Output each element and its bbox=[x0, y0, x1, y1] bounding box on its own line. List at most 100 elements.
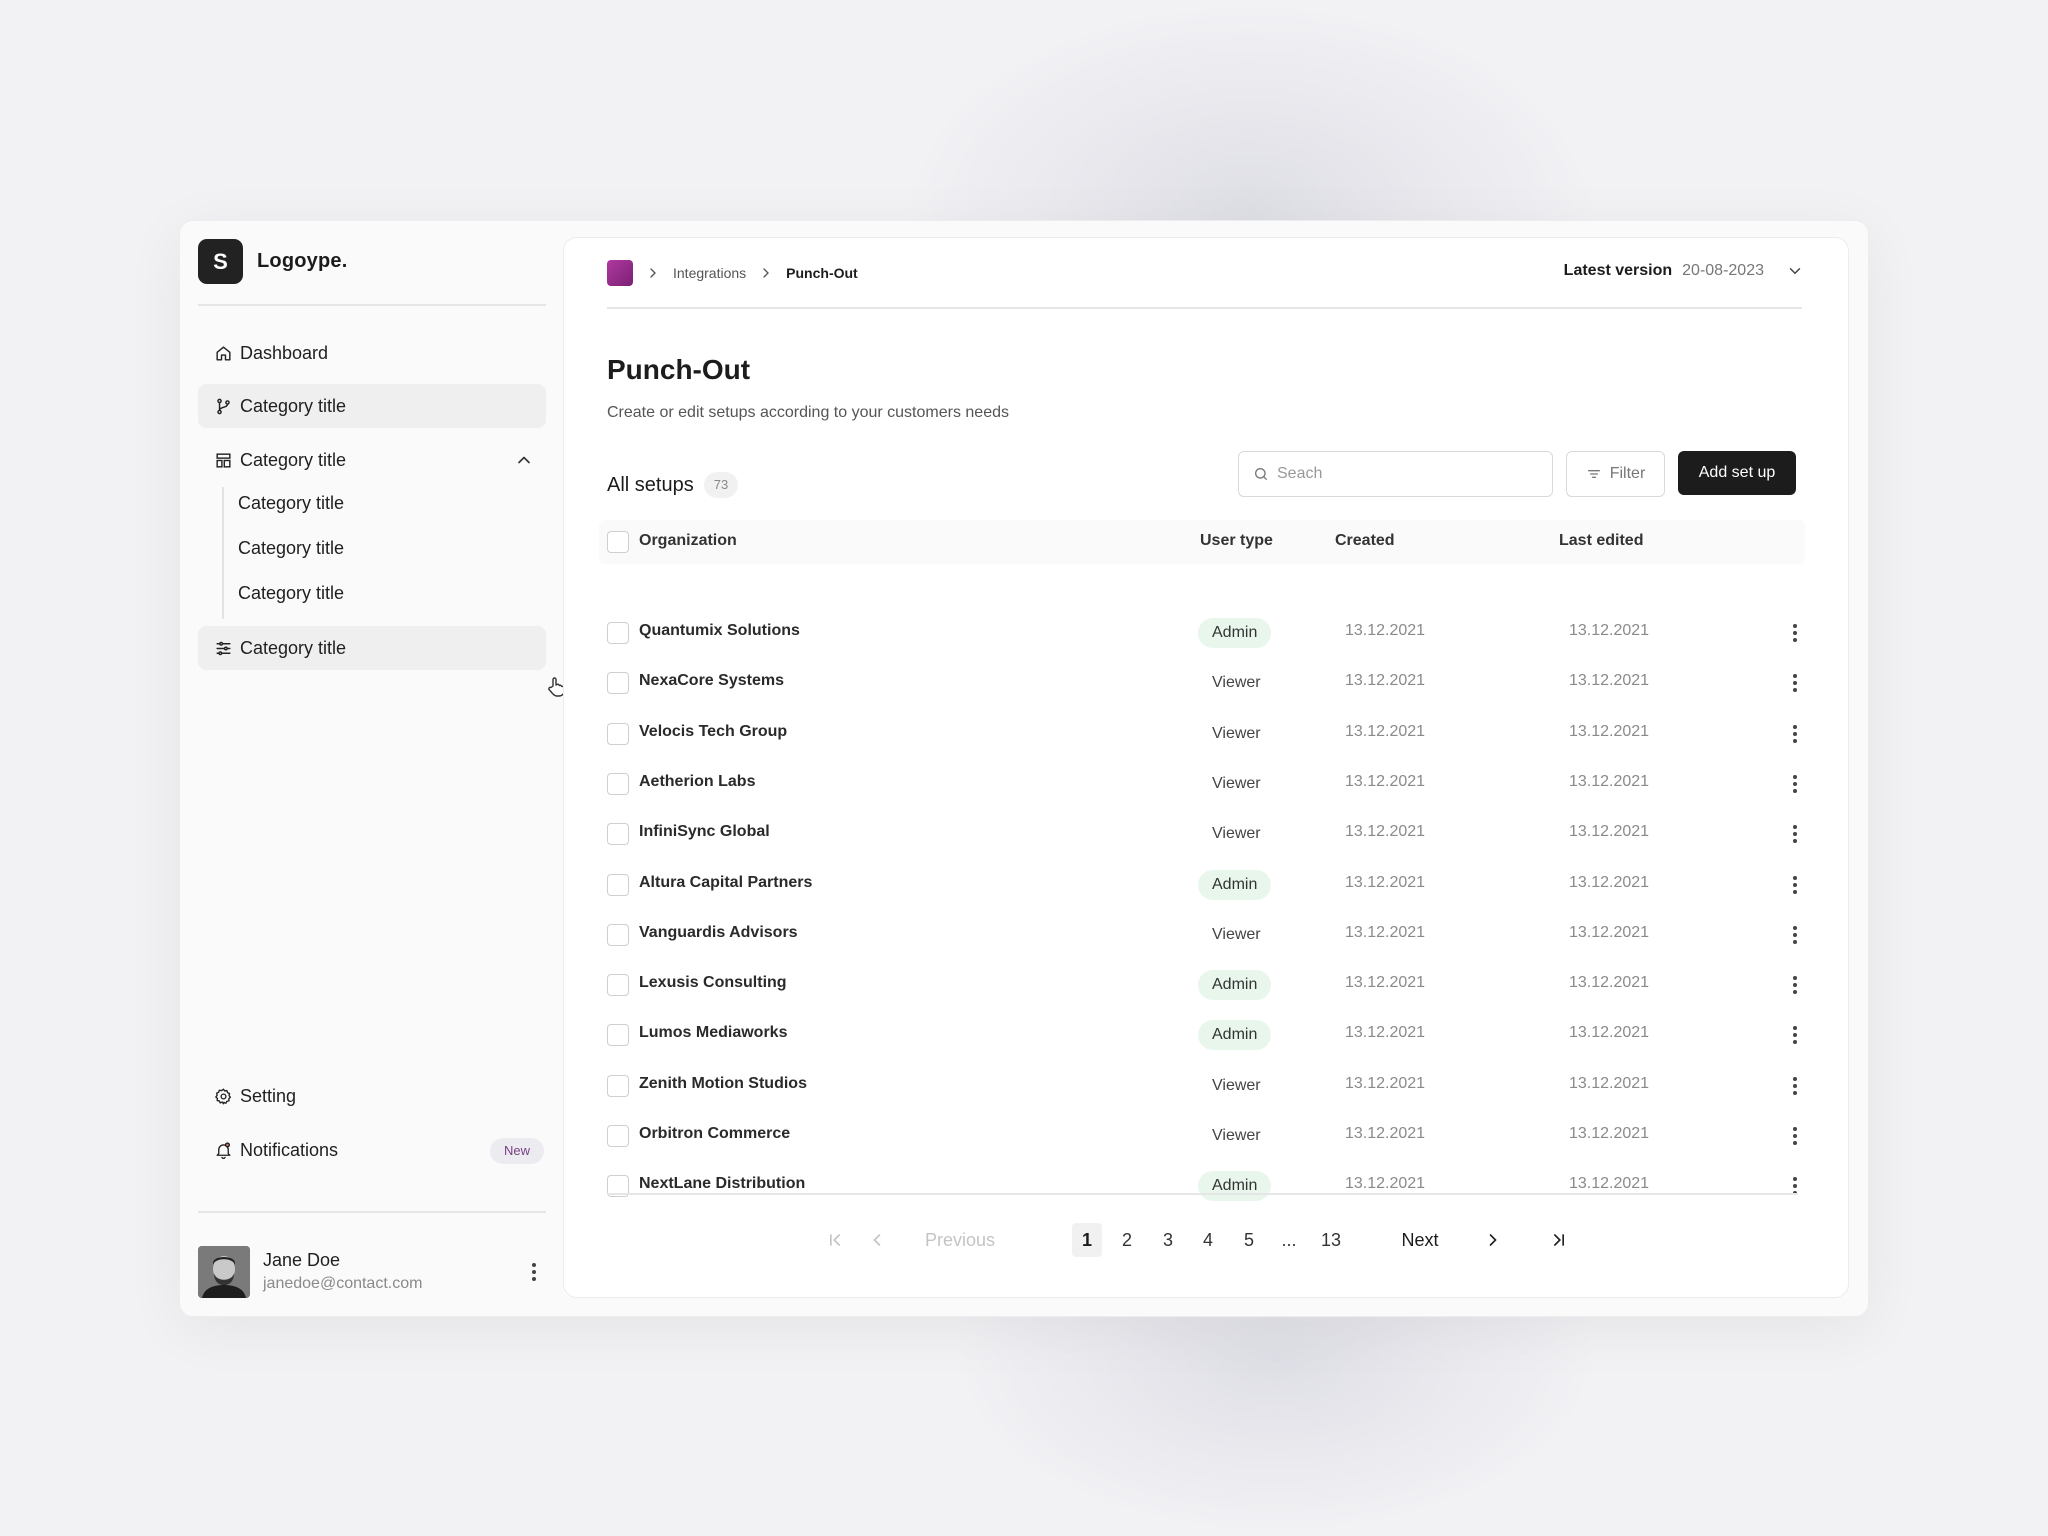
brand-app-icon[interactable] bbox=[607, 260, 633, 286]
table-row[interactable]: NexaCore Systems Viewer 13.12.2021 13.12.20… bbox=[599, 658, 1805, 708]
sidebar-item-label: Dashboard bbox=[240, 342, 329, 363]
search-icon bbox=[1255, 468, 1267, 480]
table-row[interactable]: Altura Capital Partners Admin 13.12.2021 13… bbox=[599, 860, 1805, 910]
row-checkbox[interactable] bbox=[607, 1074, 629, 1097]
cell-last-edited: 13.12.2021 bbox=[1569, 873, 1650, 891]
kebab-menu-icon[interactable] bbox=[1783, 873, 1807, 897]
sidebar-subitem-3[interactable]: Category title bbox=[238, 578, 344, 608]
sidebar-subitem-2[interactable]: Category title bbox=[238, 533, 344, 563]
cell-last-edited: 13.12.2021 bbox=[1569, 1074, 1650, 1092]
kebab-menu-icon[interactable] bbox=[1783, 1124, 1807, 1148]
last-page-button[interactable] bbox=[1544, 1223, 1574, 1257]
table-row[interactable]: Zenith Motion Studios Viewer 13.12.2021 13.… bbox=[599, 1061, 1805, 1111]
kebab-menu-icon[interactable] bbox=[1783, 671, 1807, 695]
page-2[interactable]: 2 bbox=[1112, 1223, 1142, 1257]
cell-created: 13.12.2021 bbox=[1345, 873, 1426, 891]
section-title: All setups bbox=[607, 473, 694, 496]
branch-icon bbox=[212, 395, 234, 417]
page-4[interactable]: 4 bbox=[1193, 1223, 1223, 1257]
sidebar-item-setting[interactable]: Setting bbox=[198, 1074, 546, 1118]
row-checkbox[interactable] bbox=[607, 672, 629, 695]
table-row[interactable]: NextLane Distribution Admin 13.12.2021 13.1… bbox=[599, 1161, 1805, 1211]
sidebar-item-label: Category title bbox=[240, 637, 347, 658]
row-checkbox[interactable] bbox=[607, 923, 629, 946]
cell-last-edited: 13.12.2021 bbox=[1569, 1125, 1650, 1142]
column-organization[interactable]: Organization bbox=[639, 532, 737, 550]
kebab-menu-icon[interactable] bbox=[1783, 722, 1807, 746]
row-checkbox[interactable] bbox=[607, 974, 629, 997]
kebab-menu-icon[interactable] bbox=[1783, 772, 1807, 796]
cell-created: 13.12.2021 bbox=[1345, 974, 1426, 992]
next-button[interactable]: Next bbox=[1380, 1223, 1460, 1257]
gear-icon bbox=[212, 1085, 234, 1107]
cell-last-edited: 13.12.2021 bbox=[1569, 622, 1650, 639]
row-checkbox[interactable] bbox=[607, 823, 629, 846]
column-last-edited[interactable]: Last edited bbox=[1559, 532, 1643, 550]
column-user-type[interactable]: User type bbox=[1200, 532, 1273, 550]
kebab-menu-icon[interactable] bbox=[522, 1260, 546, 1284]
row-checkbox[interactable] bbox=[607, 1024, 629, 1047]
table-row[interactable]: Velocis Tech Group Viewer 13.12.2021 13.12.… bbox=[599, 709, 1805, 759]
user-profile[interactable]: Jane Doe janedoe@contact.com bbox=[198, 1246, 546, 1298]
cell-organization: Vanguardis Advisors bbox=[639, 923, 798, 941]
table-row[interactable]: Quantumix Solutions Admin 13.12.2021 13.12.… bbox=[599, 608, 1805, 658]
home-icon bbox=[212, 342, 234, 364]
table-row[interactable]: Lumos Mediaworks Admin 13.12.2021 13.12.202… bbox=[599, 1010, 1805, 1060]
cell-user-type: Viewer bbox=[1212, 825, 1261, 843]
page-13[interactable]: 13 bbox=[1311, 1223, 1351, 1257]
page-5[interactable]: 5 bbox=[1234, 1223, 1264, 1257]
previous-arrow-button[interactable] bbox=[862, 1223, 892, 1257]
sidebar-item-dashboard[interactable]: Dashboard bbox=[198, 331, 546, 375]
header-divider bbox=[607, 307, 1802, 309]
kebab-menu-icon[interactable] bbox=[1783, 1023, 1807, 1047]
chevron-up-icon[interactable] bbox=[514, 450, 534, 470]
page-3[interactable]: 3 bbox=[1153, 1223, 1183, 1257]
row-checkbox[interactable] bbox=[607, 873, 629, 896]
column-created[interactable]: Created bbox=[1335, 532, 1395, 550]
first-page-button[interactable] bbox=[820, 1223, 850, 1257]
table-row[interactable]: Lexusis Consulting Admin 13.12.2021 13.12.2… bbox=[599, 960, 1805, 1010]
row-checkbox[interactable] bbox=[607, 772, 629, 795]
sidebar-item-category-1[interactable]: Category title bbox=[198, 384, 546, 428]
page-ellipsis: ... bbox=[1281, 1230, 1297, 1250]
next-arrow-button[interactable] bbox=[1478, 1223, 1508, 1257]
sidebar-item-notifications[interactable]: Notifications New bbox=[198, 1128, 546, 1172]
cell-organization: Aetherion Labs bbox=[639, 772, 756, 790]
sidebar-item-label: Category title bbox=[240, 449, 347, 470]
page-subtitle: Create or edit setups according to your … bbox=[607, 404, 1009, 421]
kebab-menu-icon[interactable] bbox=[1783, 822, 1807, 846]
page-1[interactable]: 1 bbox=[1072, 1223, 1102, 1257]
sidebar-item-category-2[interactable]: Category title bbox=[198, 438, 546, 482]
count-badge: 73 bbox=[703, 472, 739, 498]
search-input[interactable] bbox=[1277, 465, 1537, 483]
breadcrumb-integrations[interactable]: Integrations bbox=[673, 265, 746, 281]
table-row[interactable]: InfiniSync Global Viewer 13.12.2021 13.12.2… bbox=[599, 809, 1805, 859]
row-checkbox[interactable] bbox=[607, 622, 629, 644]
sliders-icon bbox=[212, 637, 234, 659]
cell-last-edited: 13.12.2021 bbox=[1569, 672, 1650, 690]
sidebar-divider-bottom bbox=[198, 1211, 546, 1213]
sidebar-item-label: Category title bbox=[240, 395, 347, 416]
kebab-menu-icon[interactable] bbox=[1783, 923, 1807, 947]
sidebar-item-category-3[interactable]: Category title bbox=[198, 626, 546, 670]
cell-created: 13.12.2021 bbox=[1345, 622, 1426, 639]
kebab-menu-icon[interactable] bbox=[1783, 973, 1807, 997]
sidebar-subitem-1[interactable]: Category title bbox=[238, 488, 344, 518]
table-row[interactable]: Vanguardis Advisors Viewer 13.12.2021 13.12… bbox=[599, 910, 1805, 960]
select-all-checkbox[interactable] bbox=[607, 531, 629, 553]
row-checkbox[interactable] bbox=[607, 722, 629, 745]
logo[interactable]: S Logoype. bbox=[198, 239, 348, 284]
add-setup-button[interactable]: Add set up bbox=[1678, 451, 1796, 495]
table-row[interactable]: Aetherion Labs Viewer 13.12.2021 13.12.2021 bbox=[599, 759, 1805, 809]
table-row[interactable]: Orbitron Commerce Viewer 13.12.2021 13.12.2… bbox=[599, 1111, 1805, 1161]
filter-button[interactable]: Filter bbox=[1566, 451, 1665, 497]
kebab-menu-icon[interactable] bbox=[1783, 621, 1807, 645]
cell-organization: NextLane Distribution bbox=[639, 1175, 806, 1193]
cell-last-edited: 13.12.2021 bbox=[1569, 722, 1650, 740]
kebab-menu-icon[interactable] bbox=[1783, 1074, 1807, 1098]
cell-organization: Quantumix Solutions bbox=[639, 622, 800, 639]
search-box[interactable] bbox=[1238, 451, 1553, 497]
row-checkbox[interactable] bbox=[607, 1125, 629, 1147]
previous-button[interactable]: Previous bbox=[900, 1223, 1020, 1257]
version-selector[interactable]: Latest version 20-08-2023 bbox=[1564, 262, 1804, 280]
